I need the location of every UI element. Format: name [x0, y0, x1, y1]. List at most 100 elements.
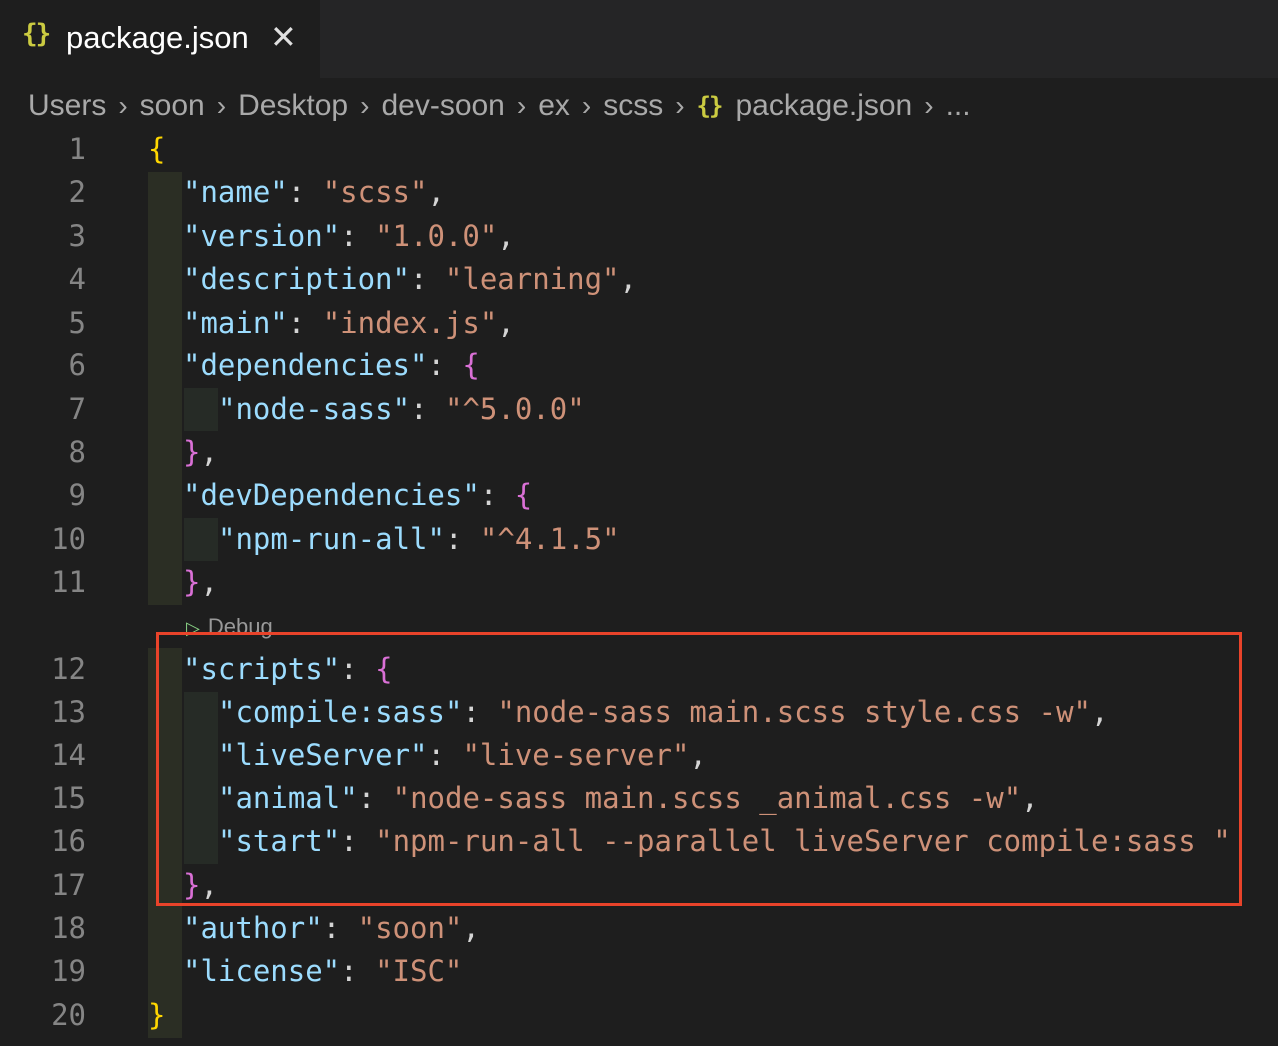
code-token: , [497, 306, 515, 340]
code-token: } [183, 565, 201, 599]
line-number: 7 [68, 392, 86, 426]
code-line[interactable]: 9 "devDependencies": { [0, 474, 1278, 517]
line-number: 9 [68, 478, 86, 512]
code-token: } [148, 998, 166, 1032]
code-token: : [287, 175, 323, 209]
code-text: "license": "ISC" [183, 950, 462, 993]
code-token: } [183, 435, 201, 469]
code-line[interactable]: 2 "name": "scss", [0, 171, 1278, 214]
code-line[interactable]: 1{ [0, 128, 1278, 171]
code-line[interactable]: 11}, [0, 561, 1278, 604]
code-token: "^5.0.0" [444, 392, 585, 426]
line-number: 8 [68, 435, 86, 469]
code-token: , [619, 262, 637, 296]
code-token: : [479, 478, 515, 512]
line-number: 3 [68, 219, 86, 253]
code-line[interactable]: 8}, [0, 431, 1278, 474]
code-line[interactable]: 18 "author": "soon", [0, 907, 1278, 950]
line-number: 10 [51, 522, 86, 556]
code-token: "index.js" [322, 306, 498, 340]
code-text: "main": "index.js", [183, 302, 515, 345]
code-line[interactable]: 3 "version": "1.0.0", [0, 215, 1278, 258]
line-number: 1 [68, 132, 86, 166]
json-braces-icon: {} [22, 19, 51, 49]
code-line[interactable]: 5 "main": "index.js", [0, 302, 1278, 345]
breadcrumb: Users › soon › Desktop › dev-soon › ex ›… [28, 86, 971, 126]
code-text: }, [183, 561, 218, 604]
tab-bar: {} package.json ✕ [0, 0, 1278, 78]
code-token: "scss" [322, 175, 428, 209]
code-token: : [427, 348, 463, 382]
line-number: 20 [51, 998, 86, 1032]
code-text: { [148, 128, 165, 171]
line-number: 5 [68, 306, 86, 340]
code-token: : [409, 262, 445, 296]
code-line[interactable]: 6 "dependencies": { [0, 344, 1278, 387]
code-token: : [340, 219, 376, 253]
code-text: "name": "scss", [183, 171, 445, 214]
code-line[interactable]: 20} [0, 994, 1278, 1037]
code-text: "node-sass": "^5.0.0" [218, 388, 585, 431]
code-token: "license" [183, 954, 341, 988]
breadcrumb-item-soon[interactable]: soon [140, 89, 205, 123]
chevron-right-icon: › [516, 90, 527, 121]
code-token: { [148, 132, 166, 166]
highlight-box [156, 632, 1242, 906]
chevron-right-icon: › [581, 90, 592, 121]
code-token: "node-sass" [218, 392, 411, 426]
code-text: } [148, 994, 165, 1037]
code-text: "version": "1.0.0", [183, 215, 515, 258]
code-token: "ISC" [375, 954, 463, 988]
code-line[interactable]: 4 "description": "learning", [0, 258, 1278, 301]
code-token: "dependencies" [183, 348, 428, 382]
code-token: : [444, 522, 480, 556]
code-text: "npm-run-all": "^4.1.5" [218, 518, 620, 561]
breadcrumb-item-file[interactable]: package.json [735, 89, 912, 123]
line-number: 6 [68, 348, 86, 382]
code-token: , [462, 911, 480, 945]
code-token: { [514, 478, 533, 512]
code-text: "devDependencies": { [183, 474, 532, 517]
line-number: 19 [51, 954, 86, 988]
line-number: 2 [68, 175, 86, 209]
line-number: 15 [51, 781, 86, 815]
code-token: "learning" [444, 262, 620, 296]
breadcrumb-item-desktop[interactable]: Desktop [238, 89, 348, 123]
breadcrumb-item-scss[interactable]: scss [603, 89, 663, 123]
json-braces-icon: {} [696, 92, 724, 120]
code-token: , [200, 435, 218, 469]
code-text: "description": "learning", [183, 258, 637, 301]
code-line[interactable]: 10 "npm-run-all": "^4.1.5" [0, 518, 1278, 561]
line-number: 14 [51, 738, 86, 772]
code-token: { [462, 348, 480, 382]
close-icon[interactable]: ✕ [270, 18, 297, 56]
line-number: 17 [51, 868, 86, 902]
line-number: 16 [51, 824, 86, 858]
code-token: "1.0.0" [375, 219, 498, 253]
chevron-right-icon: › [118, 90, 128, 121]
code-token: "name" [183, 175, 288, 209]
code-token: "devDependencies" [183, 478, 480, 512]
code-token: "version" [183, 219, 341, 253]
chevron-right-icon: › [216, 90, 227, 121]
code-token: : [322, 911, 358, 945]
code-token: "^4.1.5" [479, 522, 620, 556]
breadcrumb-item-users[interactable]: Users [28, 89, 106, 123]
code-editor[interactable]: 1{2 "name": "scss", 3 "version": "1.0.0", 4 "… [0, 128, 1278, 1046]
chevron-right-icon: › [360, 90, 370, 121]
breadcrumb-ellipsis[interactable]: ... [946, 89, 971, 123]
chevron-right-icon: › [675, 90, 685, 121]
tab-package-json[interactable]: {} package.json ✕ [0, 0, 320, 78]
code-line[interactable]: 7 "node-sass": "^5.0.0" [0, 388, 1278, 431]
code-line[interactable]: 19 "license": "ISC" [0, 950, 1278, 993]
breadcrumb-item-dev-soon[interactable]: dev-soon [381, 89, 504, 123]
code-token: : [410, 392, 445, 426]
line-number: 18 [51, 911, 86, 945]
line-number: 11 [51, 565, 86, 599]
code-token: : [340, 954, 376, 988]
code-token: "main" [183, 306, 288, 340]
code-token: "author" [183, 911, 323, 945]
code-text: "author": "soon", [183, 907, 480, 950]
line-number: 13 [51, 695, 86, 729]
breadcrumb-item-ex[interactable]: ex [538, 89, 570, 123]
